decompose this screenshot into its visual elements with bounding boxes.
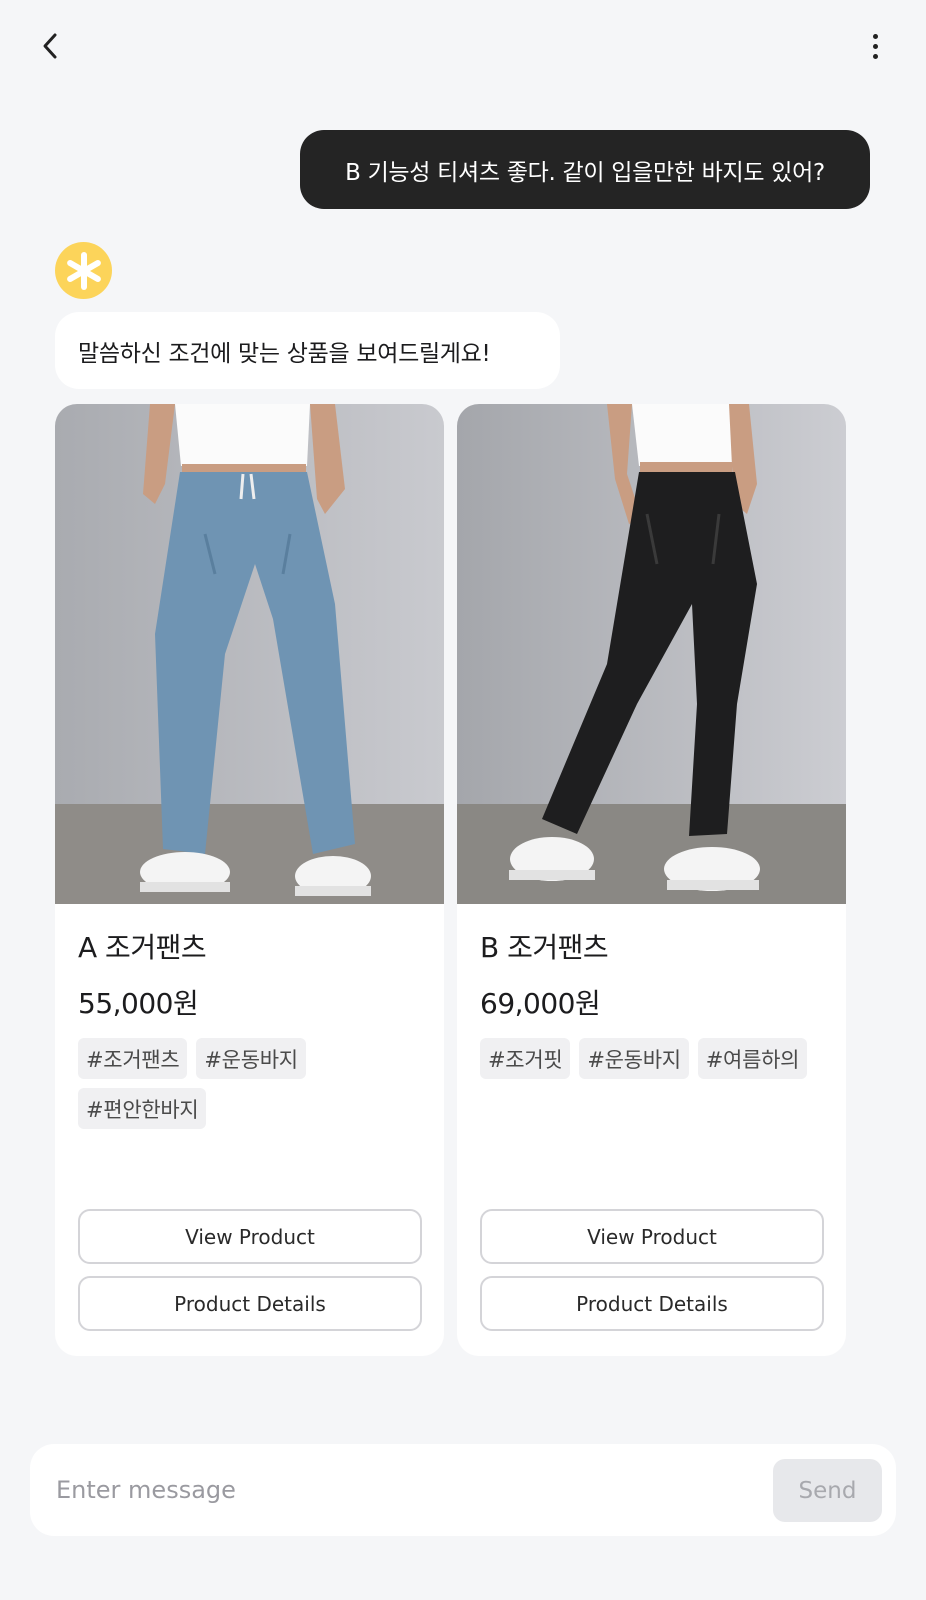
tag[interactable]: #편안한바지 [78, 1088, 207, 1129]
bot-message-text: 말씀하신 조건에 맞는 상품을 보여드릴게요! [78, 340, 491, 367]
product-image[interactable] [55, 404, 444, 904]
asterisk-icon [66, 251, 101, 290]
more-options-button[interactable] [860, 28, 890, 64]
product-name: B 조거팬츠 [480, 931, 609, 964]
product-image[interactable] [457, 404, 846, 904]
message-composer: Enter message Send [30, 1444, 896, 1536]
view-product-button[interactable]: View Product [480, 1209, 824, 1264]
view-product-button[interactable]: View Product [78, 1209, 422, 1264]
product-details-button[interactable]: Product Details [78, 1276, 422, 1331]
tag[interactable]: #여름하의 [697, 1038, 808, 1079]
product-card: B 조거팬츠 69,000원 #조거핏 #운동바지 #여름하의 View Pro… [457, 404, 846, 1356]
product-details-button[interactable]: Product Details [480, 1276, 824, 1331]
tag[interactable]: #운동바지 [196, 1038, 306, 1079]
tag[interactable]: #조거팬츠 [78, 1038, 188, 1079]
top-bar [0, 0, 926, 96]
bot-avatar [55, 242, 112, 299]
bot-message-bubble: 말씀하신 조건에 맞는 상품을 보여드릴게요! [55, 312, 560, 389]
tag[interactable]: #운동바지 [579, 1038, 689, 1079]
message-input[interactable]: Enter message [56, 1464, 756, 1516]
product-price: 69,000원 [480, 987, 601, 1020]
back-button[interactable] [34, 28, 66, 64]
more-vertical-icon [872, 33, 878, 39]
user-message-bubble: B 기능성 티셔츠 좋다. 같이 입을만한 바지도 있어? [300, 130, 870, 209]
send-button[interactable]: Send [773, 1459, 882, 1522]
tag-list: #조거팬츠 #운동바지 #편안한바지 [78, 1038, 428, 1129]
chevron-left-icon [43, 33, 57, 59]
product-card: A 조거팬츠 55,000원 #조거팬츠 #운동바지 #편안한바지 View P… [55, 404, 444, 1356]
product-name: A 조거팬츠 [78, 931, 207, 964]
tag-list: #조거핏 #운동바지 #여름하의 [480, 1038, 830, 1079]
product-price: 55,000원 [78, 987, 199, 1020]
tag[interactable]: #조거핏 [480, 1038, 571, 1079]
